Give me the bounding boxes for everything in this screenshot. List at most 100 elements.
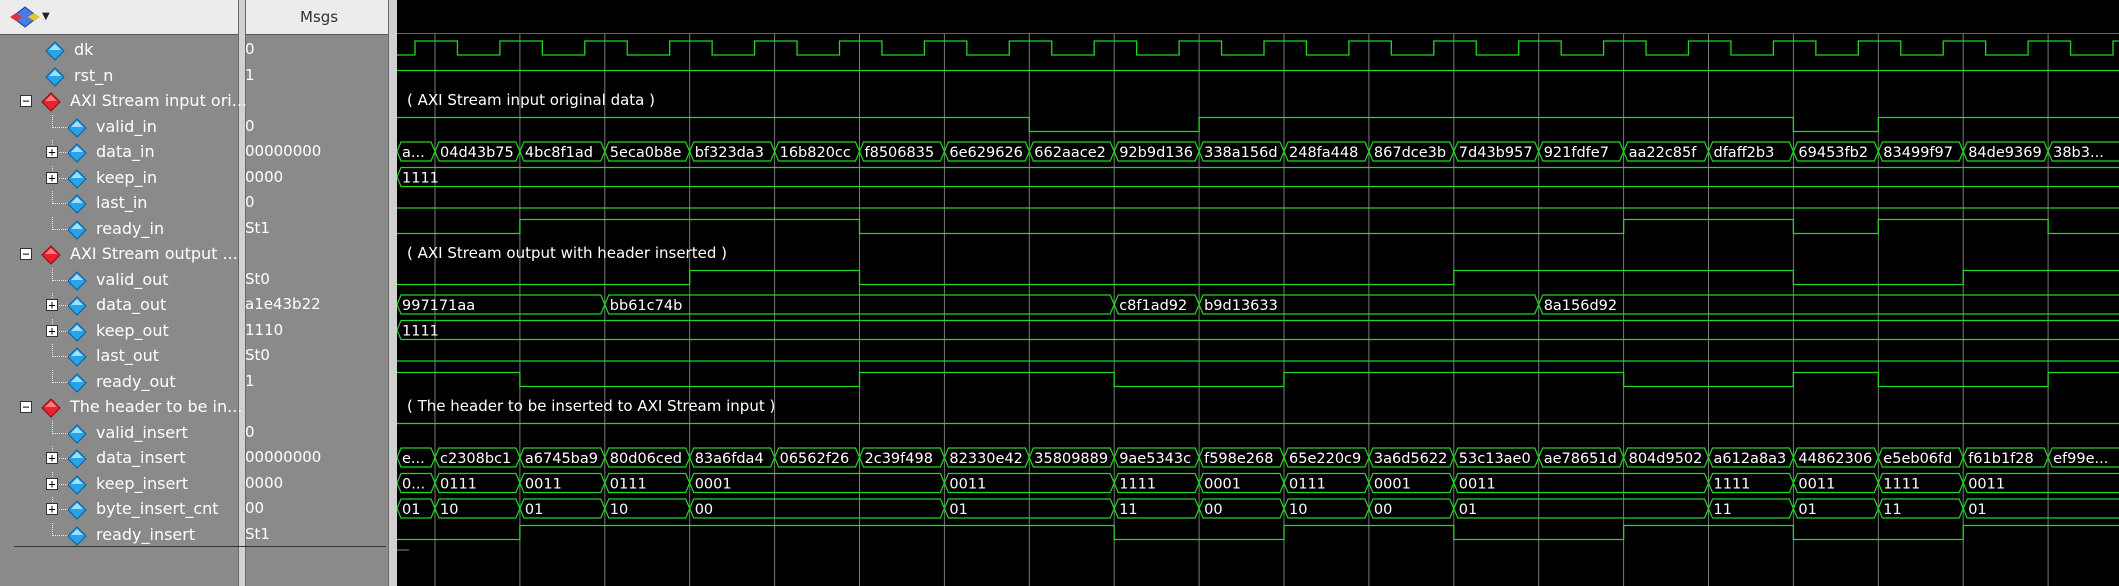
data-insert-value: e... <box>402 451 425 467</box>
data-insert-value: 804d9502 <box>1629 451 1703 467</box>
data-insert-value: a612a8a3 <box>1714 451 1787 467</box>
expand-icon[interactable]: + <box>46 477 58 490</box>
keep-insert-value: 0001 <box>695 477 732 493</box>
signal-value: St1 <box>245 218 270 237</box>
signal-name: AXI Stream input ori... <box>70 91 247 110</box>
data-insert-value: a6745ba9 <box>525 451 598 467</box>
signal-row-the-header-to-be-in-[interactable]: − The header to be in... <box>0 395 388 420</box>
data-in-value: 69453fb2 <box>1798 145 1868 161</box>
data-out-value: 8a156d92 <box>1544 298 1617 314</box>
collapse-icon[interactable]: − <box>20 95 32 107</box>
waveform-pane: ( AXI Stream input original data ) ( AXI … <box>397 0 2119 586</box>
signal-value: 1 <box>245 371 255 390</box>
signal-row-keep-in[interactable]: + keep_in 0000 <box>0 165 388 191</box>
signal-diamond-icon <box>67 219 87 240</box>
keep-insert-value: 0011 <box>1459 477 1496 493</box>
signal-row-data-in[interactable]: + data_in 00000000 <box>0 140 388 165</box>
expand-icon[interactable]: + <box>46 452 58 464</box>
expand-icon[interactable]: + <box>46 171 58 184</box>
byte-insert-cnt-value: 01 <box>1798 502 1816 518</box>
data-out-value: b9d13633 <box>1204 298 1278 314</box>
chevron-down-icon[interactable]: ▼ <box>42 11 50 22</box>
signal-row-axi-stream-output-[interactable]: − AXI Stream output ... <box>0 242 388 267</box>
byte-insert-cnt-value: 00 <box>1204 502 1222 518</box>
signal-value: 1 <box>245 65 255 84</box>
signal-row-ready-out[interactable]: ready_out 1 <box>0 369 388 395</box>
data-in-value: 867dce3b <box>1374 145 1446 161</box>
expand-icon[interactable]: + <box>46 299 58 311</box>
signal-diamond-icon <box>45 66 65 87</box>
signal-diamond-icon <box>67 474 87 495</box>
signal-row-data-insert[interactable]: + data_insert 00000000 <box>0 446 388 471</box>
signal-diamond-icon <box>67 270 87 291</box>
keep-insert-value: 0... <box>402 477 425 493</box>
signal-row-ready-in[interactable]: ready_in St1 <box>0 216 388 242</box>
data-insert-value: ae78651d <box>1544 451 1617 467</box>
valid_in-wave <box>397 116 2119 133</box>
data-insert-value: 82330e42 <box>949 451 1023 467</box>
data-insert-value: 35809889 <box>1034 451 1108 467</box>
signal-row-ready-insert[interactable]: ready_insert St1 <box>0 522 388 548</box>
expand-icon[interactable]: + <box>46 503 58 515</box>
signal-row-keep-insert[interactable]: + keep_insert 0000 <box>0 471 388 497</box>
data-in-value: 04d43b75 <box>440 145 514 161</box>
data-insert-value: 06562f26 <box>780 451 850 467</box>
signal-row-valid-insert[interactable]: valid_insert 0 <box>0 420 388 446</box>
signal-value: St0 <box>245 346 270 364</box>
cursor-line <box>14 546 386 547</box>
signal-name: last_out <box>96 346 160 365</box>
signal-value: 0 <box>245 422 255 441</box>
waveform-canvas[interactable]: ( AXI Stream input original data ) ( AXI … <box>397 0 2119 586</box>
signal-name: last_in <box>96 193 148 212</box>
signal-row-keep-out[interactable]: + keep_out 1110 <box>0 318 388 344</box>
data-insert-value: 53c13ae0 <box>1459 451 1531 467</box>
expand-icon[interactable]: + <box>46 146 58 158</box>
signal-row-dk[interactable]: dk 0 <box>0 38 388 63</box>
ready_insert-wave <box>397 524 2119 541</box>
signal-name: The header to be in... <box>70 397 243 416</box>
byte-insert-cnt-value: 10 <box>1289 502 1307 518</box>
data-in-value: aa22c85f <box>1629 145 1698 161</box>
signal-row-byte-insert-cnt[interactable]: + byte_insert_cnt 00 <box>0 497 388 522</box>
signal-row-last-out[interactable]: last_out St0 <box>0 344 388 369</box>
data-in-value: 38b3... <box>2053 145 2104 161</box>
valid_out-wave <box>397 269 2119 286</box>
data-insert-value: 65e220c9 <box>1289 451 1361 467</box>
expand-icon[interactable]: + <box>46 324 58 337</box>
signal-name: ready_insert <box>96 524 196 544</box>
signal-value: 0000 <box>245 167 284 186</box>
signal-row-last-in[interactable]: last_in 0 <box>0 191 388 216</box>
signal-diamond-icon <box>67 143 87 163</box>
toolbar: ▼ Msgs <box>0 0 397 35</box>
data-out-value: bb61c74b <box>610 298 683 314</box>
signal-diamond-icon <box>67 117 87 138</box>
data-in-value: 92b9d136 <box>1119 145 1193 161</box>
signal-diamond-icon <box>67 500 87 520</box>
data-in-value: 662aace2 <box>1034 145 1106 161</box>
keep-insert-value: 1111 <box>1119 477 1156 493</box>
data-insert-value: c2308bc1 <box>440 451 511 467</box>
byte-insert-cnt-value: 11 <box>1883 502 1901 518</box>
signal-diamond-icon <box>67 194 87 214</box>
byte-insert-cnt-value: 11 <box>1714 502 1732 518</box>
signal-list-panel: ▼ Msgs dk 0 rst_n 1 − AXI Stream input ori...… <box>0 0 397 586</box>
signal-row-axi-stream-input-ori-[interactable]: − AXI Stream input ori... <box>0 89 388 114</box>
signal-row-rst-n[interactable]: rst_n 1 <box>0 64 388 89</box>
signal-name: keep_in <box>96 167 158 187</box>
group-label: ( The header to be inserted to AXI Strea… <box>407 397 775 415</box>
signal-value: 0 <box>245 40 255 58</box>
signal-name: keep_insert <box>96 473 189 493</box>
data-in-value: 16b820cc <box>780 145 851 161</box>
byte-insert-cnt-segment <box>1453 498 1710 519</box>
collapse-icon[interactable]: − <box>20 248 32 260</box>
keep-insert-value: 0001 <box>1374 477 1411 493</box>
signal-row-valid-in[interactable]: valid_in 0 <box>0 114 388 140</box>
collapse-icon[interactable]: − <box>20 401 32 413</box>
group-diamond-icon <box>41 245 61 265</box>
signal-row-data-out[interactable]: + data_out a1e43b22 <box>0 293 388 318</box>
wave-menu-icon[interactable] <box>8 5 42 29</box>
keep-insert-value: 0111 <box>610 477 647 493</box>
signal-diamond-icon <box>67 372 87 393</box>
signal-name: valid_in <box>96 116 157 136</box>
signal-row-valid-out[interactable]: valid_out St0 <box>0 267 388 293</box>
